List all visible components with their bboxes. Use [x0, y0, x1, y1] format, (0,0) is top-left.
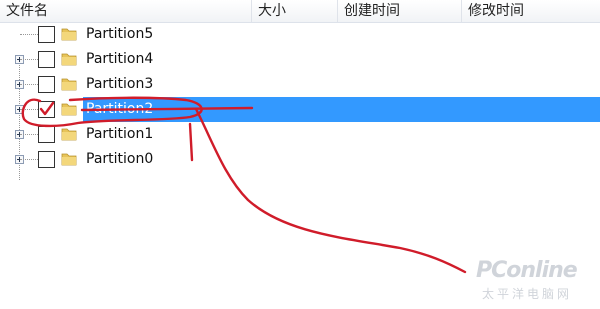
column-created[interactable]: 创建时间: [338, 0, 462, 22]
watermark-logo-text: PConline: [476, 258, 578, 283]
partition4-checkbox[interactable]: [38, 51, 55, 68]
tree-connector: [20, 59, 38, 61]
site-watermark: PConline 太平洋电脑网: [476, 258, 596, 306]
folder-icon: [61, 128, 77, 141]
partition3-checkbox[interactable]: [38, 76, 55, 93]
tree-label: Partition5: [86, 26, 154, 42]
tree-label: Partition1: [86, 126, 154, 142]
folder-icon: [61, 28, 77, 41]
tree-label: Partition2: [86, 101, 154, 117]
file-tree: Partition5 Partition4 Partition3 Partiti…: [0, 22, 600, 182]
checkmark-icon: [39, 101, 55, 116]
tree-row-partition1[interactable]: Partition1: [0, 122, 600, 147]
folder-icon: [61, 153, 77, 166]
tree-connector: [20, 134, 38, 136]
tree-row-partition5[interactable]: Partition5: [0, 22, 600, 47]
partition0-checkbox[interactable]: [38, 151, 55, 168]
column-size[interactable]: 大小: [252, 0, 338, 22]
watermark-subtext: 太平洋电脑网: [482, 287, 573, 301]
folder-icon: [61, 78, 77, 91]
tree-label: Partition3: [86, 76, 154, 92]
tree-row-partition2[interactable]: Partition2: [0, 97, 600, 122]
column-modified[interactable]: 修改时间: [462, 0, 600, 22]
tree-connector: [20, 109, 38, 111]
tree-connector: [20, 159, 38, 161]
column-header: 文件名 大小 创建时间 修改时间: [0, 0, 600, 23]
selection-highlight: [83, 97, 600, 122]
folder-icon: [61, 103, 77, 116]
partition5-checkbox[interactable]: [38, 26, 55, 43]
tree-connector: [20, 34, 38, 36]
tree-row-partition3[interactable]: Partition3: [0, 72, 600, 97]
folder-icon: [61, 53, 77, 66]
tree-label: Partition4: [86, 51, 154, 67]
partition2-checkbox[interactable]: [38, 101, 55, 118]
column-name[interactable]: 文件名: [0, 0, 252, 22]
tree-connector: [20, 84, 38, 86]
tree-label: Partition0: [86, 151, 154, 167]
tree-row-partition4[interactable]: Partition4: [0, 47, 600, 72]
partition1-checkbox[interactable]: [38, 126, 55, 143]
tree-row-partition0[interactable]: Partition0: [0, 147, 600, 172]
